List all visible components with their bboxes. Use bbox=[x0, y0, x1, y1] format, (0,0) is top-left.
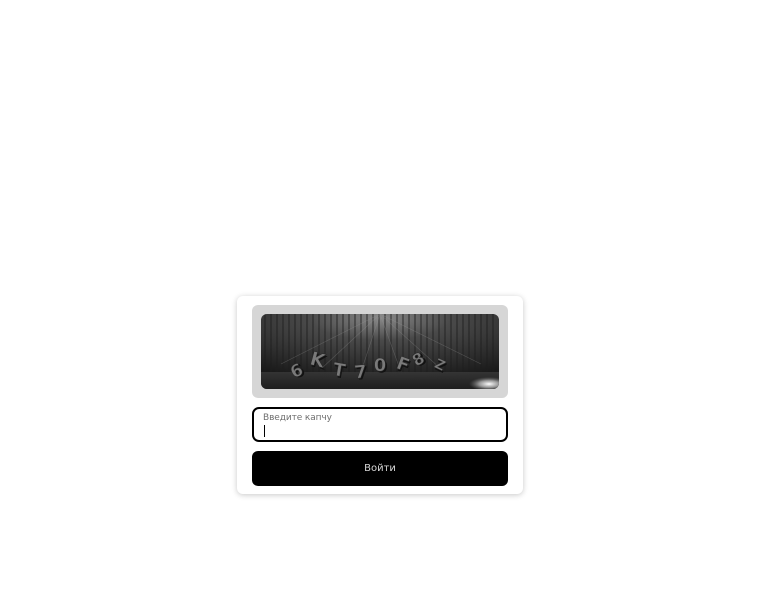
captcha-char: 0 bbox=[374, 355, 387, 376]
captcha-char: 7 bbox=[353, 362, 367, 384]
captcha-image: 66 KK TT 77 00 FF88 ZZ bbox=[261, 314, 499, 389]
captcha-field[interactable]: Введите капчу bbox=[252, 407, 508, 442]
captcha-dialog: 66KKTT7700FF88ZZ Введите капчу Войти bbox=[237, 296, 523, 494]
captcha-frame: 66KKTT7700FF88ZZ bbox=[252, 305, 508, 398]
captcha-input[interactable] bbox=[263, 424, 495, 438]
text-caret bbox=[264, 425, 265, 437]
login-button[interactable]: Войти bbox=[252, 451, 508, 486]
captcha-field-label: Введите капчу bbox=[263, 413, 332, 423]
